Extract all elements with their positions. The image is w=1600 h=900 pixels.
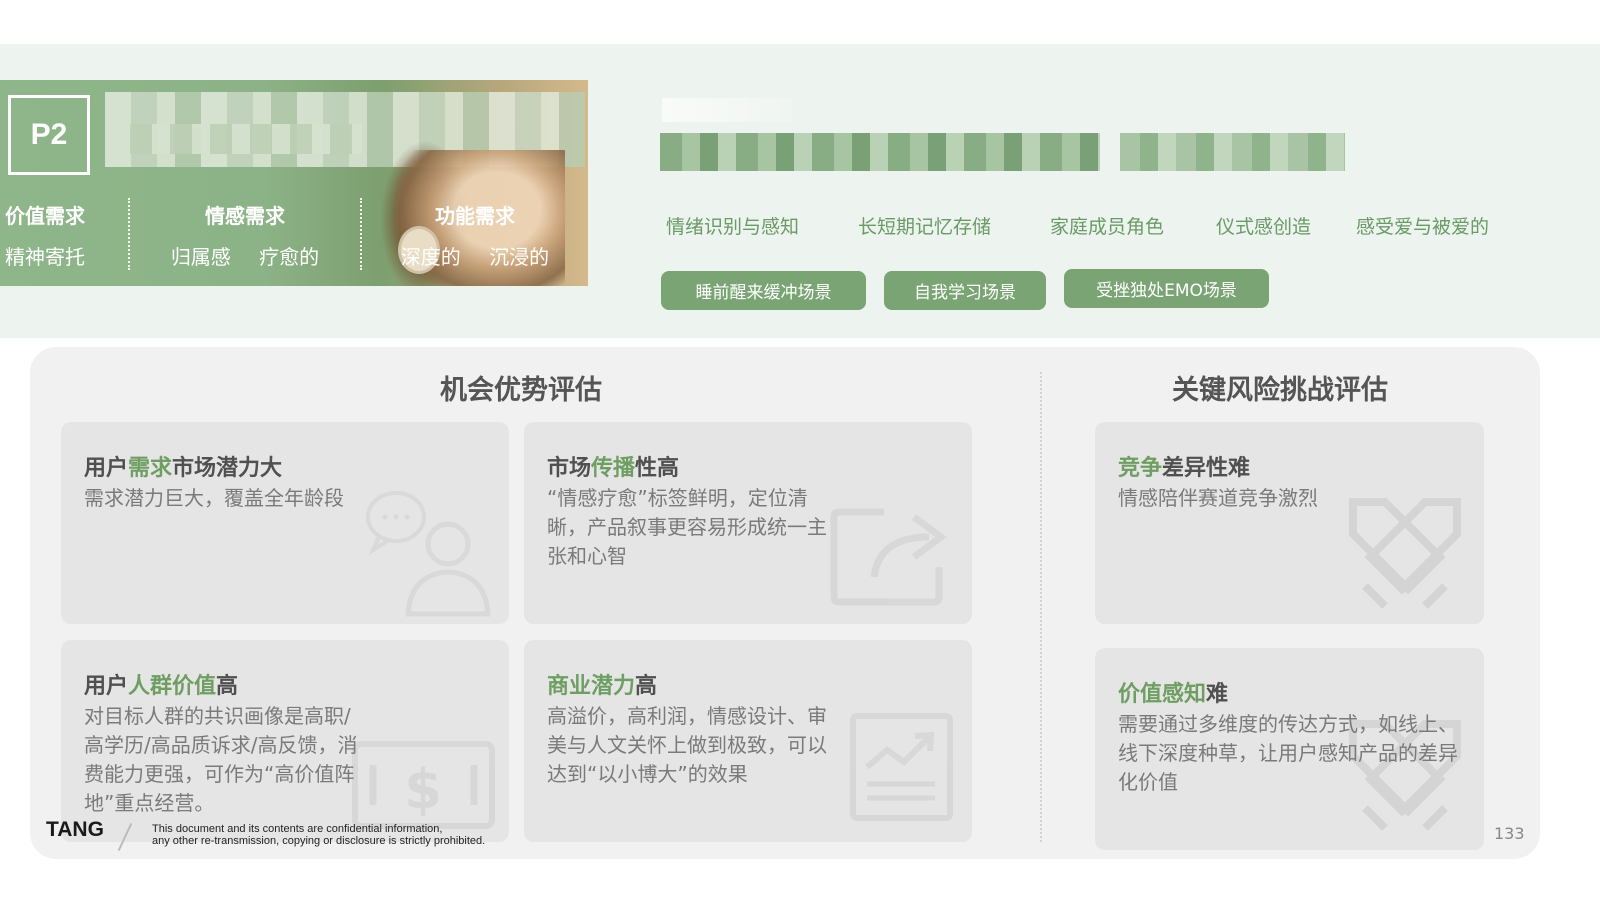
share-icon [830, 508, 947, 606]
card-description: 对目标人群的共识画像是高职/高学历/高品质诉求/高反馈，消费能力更强，可作为“高… [84, 704, 358, 815]
page-tag: P2 [30, 118, 68, 151]
need-sub: 归属感 疗愈的 [170, 245, 320, 269]
need-title: 情感需求 [205, 204, 285, 228]
pixelated-heading-small [662, 98, 792, 122]
card-description: 高溢价，高利润，情感设计、审美与人文关怀上做到极致，可以达到“以小博大”的效果 [547, 704, 827, 786]
feature-tag: 家庭成员角色 [1050, 216, 1165, 238]
confidential-line: This document and its contents are confi… [152, 823, 443, 835]
feature-tag: 长短期记忆存储 [858, 216, 992, 238]
need-title: 功能需求 [435, 204, 515, 228]
risk-card: 价值感知难 需要通过多维度的传达方式，如线上、线下深度种草，让用户感知产品的差异… [1095, 648, 1484, 850]
chart-trend-icon [850, 713, 953, 821]
opportunity-card: 商业潜力高 高溢价，高利润，情感设计、审美与人文关怀上做到极致，可以达到“以小博… [524, 640, 972, 842]
card-description: 需要通过多维度的传达方式，如线上、线下深度种草，让用户感知产品的差异化价值 [1118, 712, 1458, 794]
need-divider [128, 198, 130, 270]
confidential-note: This document and its contents are confi… [152, 823, 485, 847]
need-sub: 精神寄托 [5, 245, 85, 269]
card-title: 竞争差异性难 [1118, 456, 1251, 481]
risk-title: 关键风险挑战评估 [1172, 375, 1388, 406]
page-tag-box: P2 [8, 95, 90, 175]
risk-card: 竞争差异性难 情感陪伴赛道竞争激烈 [1095, 422, 1484, 624]
pixelated-heading [660, 133, 1100, 171]
page-number: 133 [1494, 824, 1525, 843]
card-title: 用户人群价值高 [84, 674, 239, 699]
card-title: 价值感知难 [1118, 682, 1229, 707]
feature-tag: 仪式感创造 [1216, 216, 1312, 238]
brand-logo: TANG [46, 818, 104, 841]
card-title: 商业潜力高 [547, 674, 658, 699]
card-title: 用户需求市场潜力大 [84, 456, 283, 481]
card-title: 市场传播性高 [547, 456, 680, 481]
pixelated-heading-tail [1120, 133, 1345, 171]
opportunity-title: 机会优势评估 [440, 375, 602, 406]
card-description: 情感陪伴赛道竞争激烈 [1118, 486, 1318, 510]
confidential-line: any other re-transmission, copying or di… [152, 835, 486, 847]
card-description: 需求潜力巨大，覆盖全年龄段 [84, 486, 344, 510]
svg-text:$: $ [404, 758, 442, 821]
scene-button-bedtime[interactable]: 睡前醒来缓冲场景 [661, 271, 866, 310]
scene-button-self-learning[interactable]: 自我学习场景 [884, 271, 1046, 310]
need-divider [360, 198, 362, 270]
opportunity-card: 市场传播性高 “情感疗愈”标签鲜明，定位清晰，产品叙事更容易形成统一主张和心智 [524, 422, 972, 624]
feature-tag: 情绪识别与感知 [666, 216, 800, 238]
opportunity-card: 用户需求市场潜力大 需求潜力巨大，覆盖全年龄段 [61, 422, 509, 624]
scene-button-emo[interactable]: 受挫独处EMO场景 [1064, 269, 1269, 308]
money-icon: $ [352, 741, 495, 829]
pixelated-subtitle [112, 124, 362, 154]
need-sub: 深度的 沉浸的 [400, 245, 550, 269]
section-divider [1040, 372, 1042, 842]
feature-tag: 感受爱与被爱的 [1356, 216, 1490, 238]
opportunity-card: $ 用户人群价值高 对目标人群的共识画像是高职/高学历/高品质诉求/高反馈，消费… [61, 640, 509, 842]
need-function: 功能需求 深度的 沉浸的 [395, 200, 555, 270]
need-value: 价值需求 精神寄托 [5, 200, 85, 270]
card-description: “情感疗愈”标签鲜明，定位清晰，产品叙事更容易形成统一主张和心智 [547, 486, 827, 568]
need-emotion: 情感需求 归属感 疗愈的 [165, 200, 325, 270]
user-chat-icon [366, 491, 491, 617]
need-title: 价值需求 [5, 204, 85, 228]
